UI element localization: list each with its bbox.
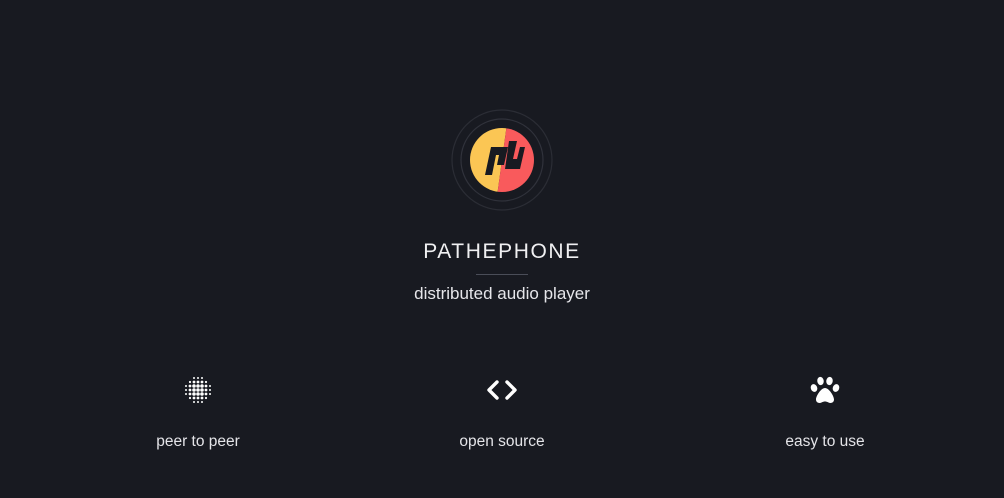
app-logo [451,109,553,211]
feature-open-source: open source [382,372,622,451]
dot-sphere-icon [185,377,211,403]
title-divider [476,274,528,275]
feature-label: easy to use [785,433,865,450]
feature-label: open source [459,433,545,450]
feature-peer-to-peer: peer to peer [78,372,318,451]
code-brackets-icon [487,380,517,400]
feature-easy-to-use: easy to use [705,372,945,451]
app-title: PATHEPHONE [423,240,581,263]
feature-label: peer to peer [156,433,240,450]
pathephone-logo-icon [451,109,553,211]
paw-icon [810,376,840,403]
splash-screen: PATHEPHONE distributed audio player peer… [0,0,1004,498]
app-tagline: distributed audio player [414,284,590,303]
